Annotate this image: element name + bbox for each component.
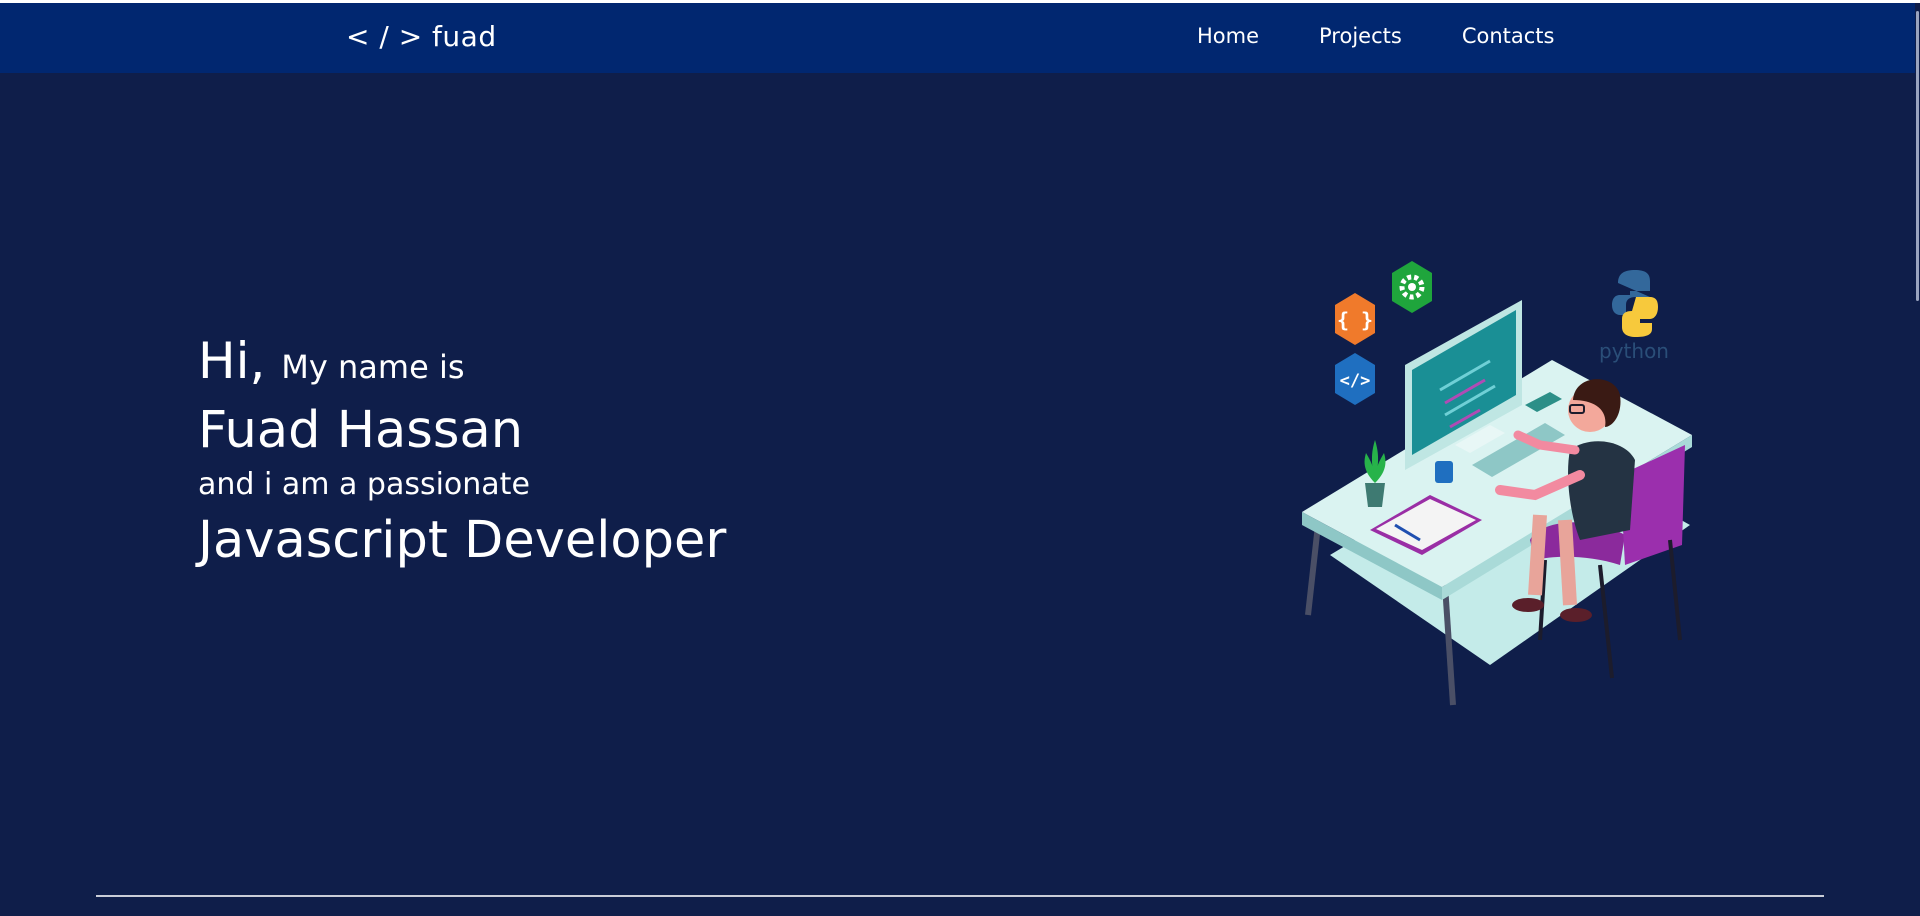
chair-leg — [1668, 539, 1682, 641]
code-tag-icon: </> — [1335, 353, 1375, 405]
hero-role: Javascript Developer — [198, 511, 727, 570]
svg-text:</>: </> — [1340, 371, 1371, 391]
person-leg — [1528, 514, 1547, 596]
person-leg — [1558, 519, 1577, 606]
nav-menu: Home Projects Contacts — [1197, 24, 1614, 48]
page-scrollbar[interactable] — [1915, 3, 1920, 916]
hero-name: Fuad Hassan — [198, 401, 524, 460]
mug — [1435, 461, 1453, 483]
person-torso — [1568, 441, 1635, 540]
hero-greeting-line: Hi, My name is — [198, 330, 726, 398]
section-divider — [96, 895, 1824, 897]
svg-text:{ }: { } — [1337, 308, 1373, 332]
scrollbar-thumb[interactable] — [1916, 11, 1919, 301]
hero-section: Hi, My name is Fuad Hassan and i am a pa… — [198, 330, 726, 574]
hero-tagline: and i am a passionate — [198, 467, 530, 502]
nav-link-projects[interactable]: Projects — [1319, 24, 1402, 48]
shoe — [1512, 598, 1544, 612]
developer-desk-illustration: { } </> python — [1302, 261, 1692, 706]
nav-link-home[interactable]: Home — [1197, 24, 1259, 48]
python-logo-icon: python — [1599, 270, 1669, 363]
site-logo[interactable]: < / > fuad — [346, 20, 497, 53]
navbar: < / > fuad Home Projects Contacts — [0, 3, 1915, 73]
hero-greeting: Hi, — [198, 332, 266, 390]
python-label: python — [1599, 339, 1669, 363]
curly-braces-icon: { } — [1335, 293, 1375, 345]
gear-icon — [1392, 261, 1432, 313]
plant-pot — [1365, 483, 1385, 507]
nav-link-contacts[interactable]: Contacts — [1462, 24, 1555, 48]
desk-leg — [1305, 524, 1321, 616]
shoe — [1560, 608, 1592, 622]
hero-intro: My name is — [281, 348, 465, 386]
